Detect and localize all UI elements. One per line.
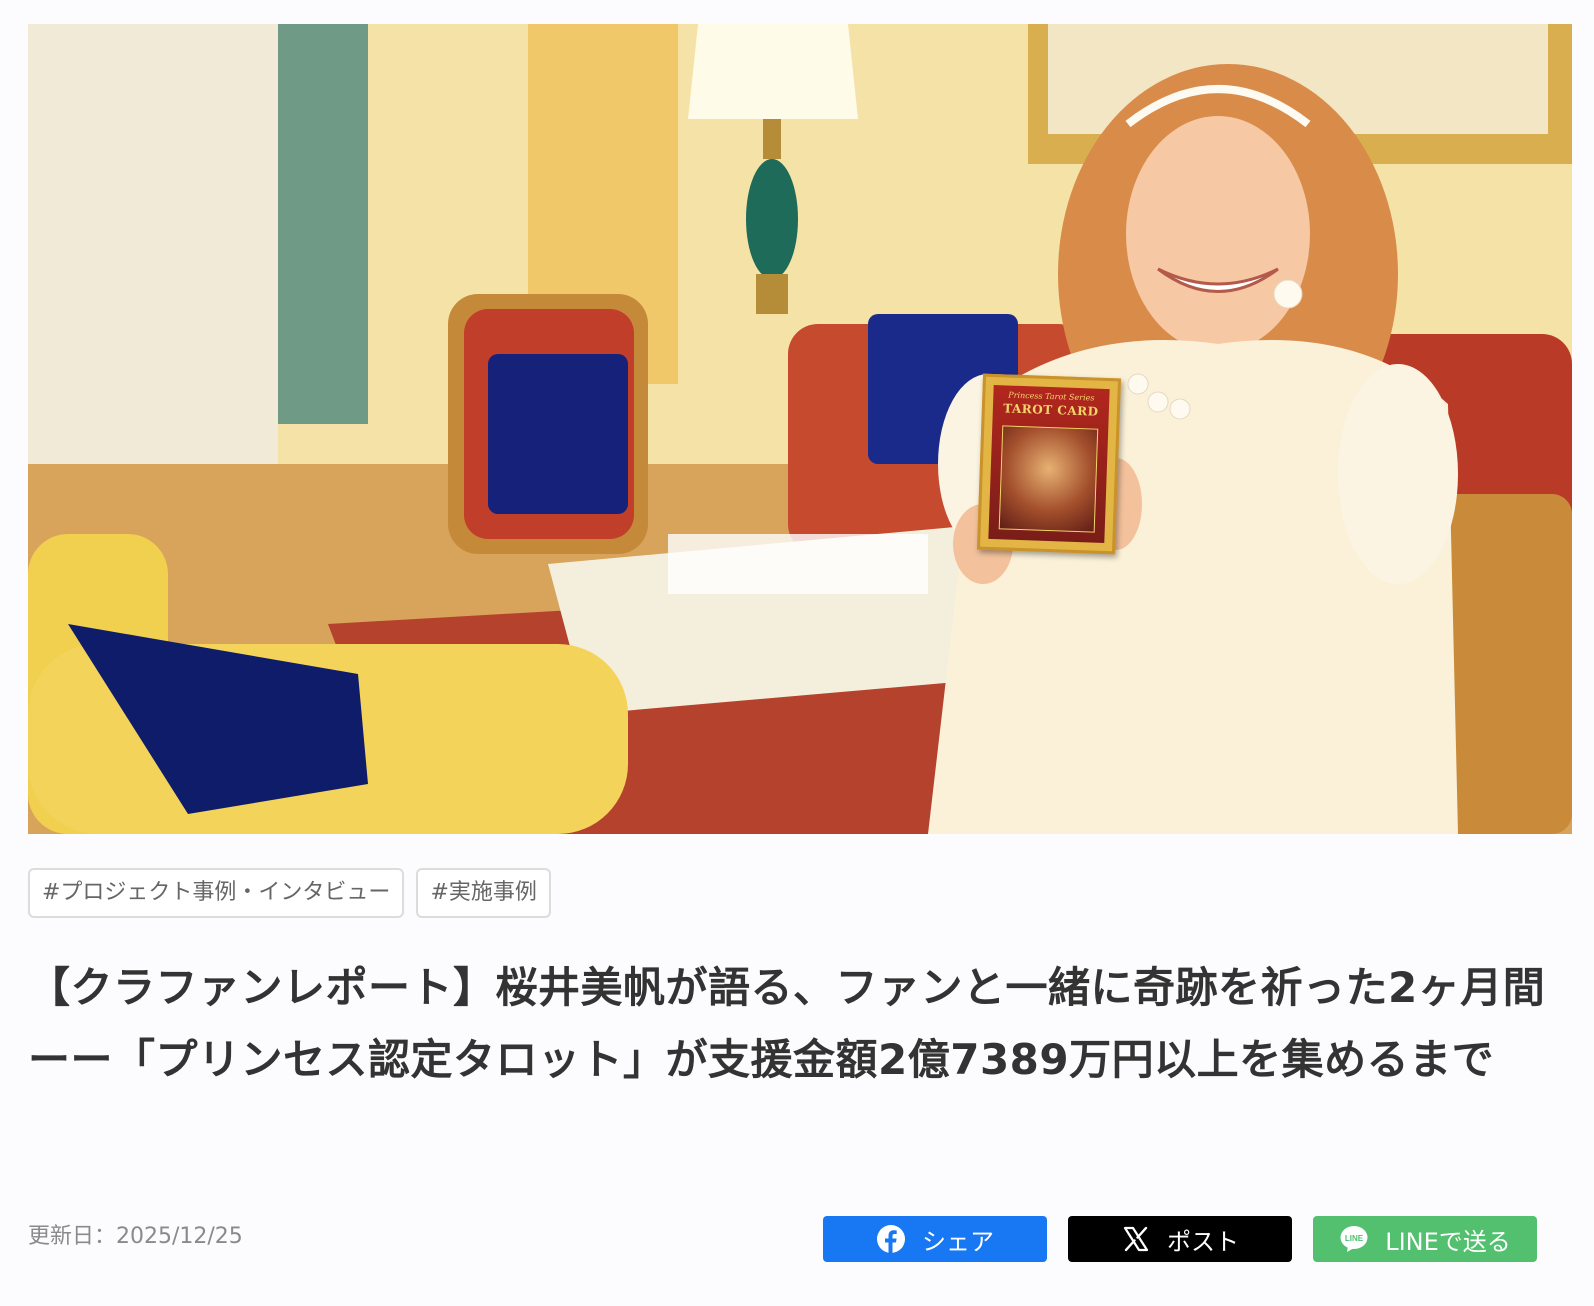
facebook-icon: [876, 1224, 906, 1254]
facebook-share-button[interactable]: シェア: [823, 1216, 1047, 1262]
tarot-box-series: Princess Tarot Series: [1008, 390, 1095, 403]
updated-date: 更新日：2025/12/25: [28, 1224, 243, 1249]
x-post-button[interactable]: ポスト: [1068, 1216, 1292, 1262]
line-send-button[interactable]: LINE LINEで送る: [1313, 1216, 1537, 1262]
article-title: 【クラファンレポート】桜井美帆が語る、ファンと一緒に奇跡を祈った2ヶ月間ーー「プ…: [28, 963, 1546, 1084]
svg-text:LINE: LINE: [1345, 1234, 1364, 1243]
article-header: Princess Tarot Series TAROT CARD #プロジェクト…: [0, 0, 1594, 1306]
hero-image: Princess Tarot Series TAROT CARD: [28, 24, 1572, 834]
facebook-share-label: シェア: [922, 1227, 994, 1256]
line-send-label: LINEで送る: [1385, 1227, 1511, 1256]
line-icon: LINE: [1339, 1224, 1369, 1254]
tarot-card-box: Princess Tarot Series TAROT CARD: [976, 373, 1122, 555]
hero-photo-illustration: [28, 24, 1572, 834]
tag-case-study[interactable]: #実施事例: [416, 868, 551, 918]
x-post-label: ポスト: [1167, 1227, 1239, 1256]
tarot-box-title: TAROT CARD: [1002, 401, 1099, 419]
tarot-box-art: [998, 425, 1099, 533]
tag-project-interview[interactable]: #プロジェクト事例・インタビュー: [28, 868, 405, 918]
x-logo-icon: [1121, 1224, 1151, 1254]
tag-list: #プロジェクト事例・インタビュー #実施事例: [28, 868, 551, 918]
